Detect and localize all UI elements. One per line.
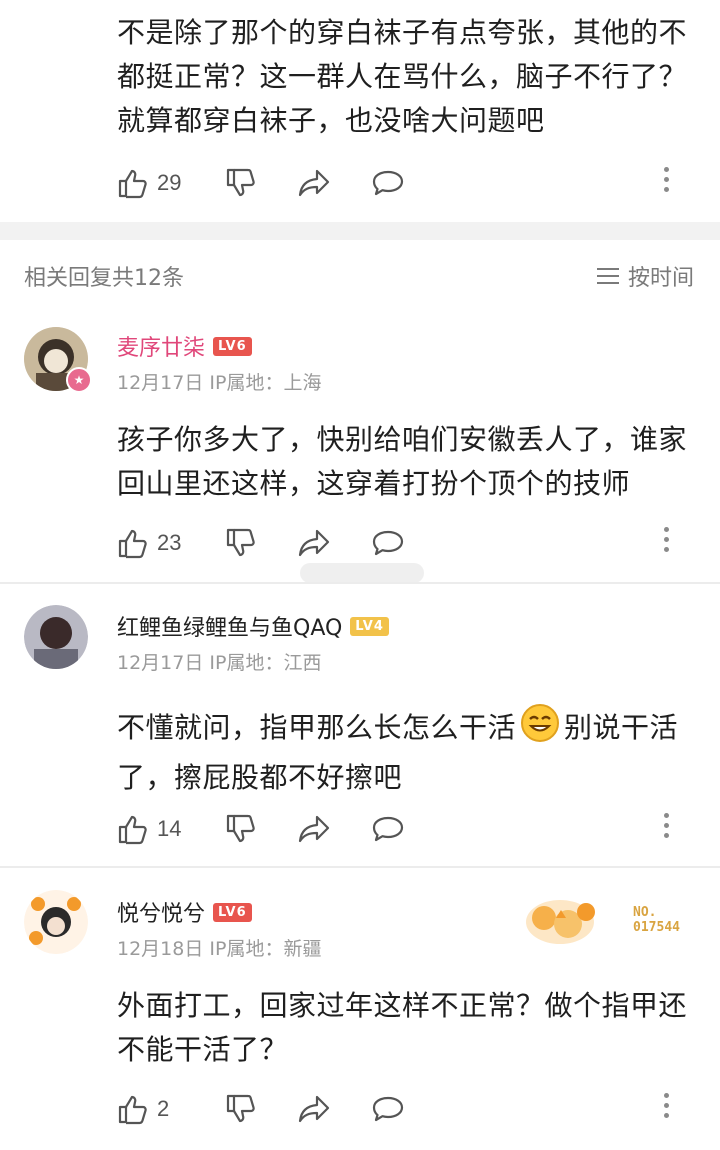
like-button[interactable]: 2 [117, 1093, 185, 1125]
reply-date: 12月18日 [117, 938, 204, 960]
reply-meta: 12月17日 IP属地：江西 [117, 648, 321, 675]
thumb-down-icon [226, 1094, 255, 1123]
top-comment-actions: 29 [117, 163, 707, 203]
reply-actions: 14 [117, 809, 707, 849]
comment-icon [372, 1096, 404, 1122]
reply-divider [0, 866, 720, 868]
reply-date: 12月17日 [117, 372, 204, 394]
level-badge: LV6 [213, 902, 252, 922]
more-icon[interactable] [664, 167, 669, 192]
thumb-down-icon [226, 528, 255, 557]
reply-divider [0, 582, 720, 584]
like-button[interactable]: 14 [117, 813, 185, 845]
replies-header: 相关回复共12条 按时间 [0, 240, 720, 310]
vip-badge-icon: ★ [66, 367, 92, 393]
fan-badge-icon [520, 888, 604, 952]
like-count: 29 [157, 170, 182, 195]
thumb-down-icon [226, 168, 255, 197]
fan-badge-number: NO. 017544 [633, 905, 680, 935]
comment-icon [372, 530, 404, 556]
sort-toggle[interactable]: 按时间 [596, 260, 694, 292]
share-button[interactable] [297, 168, 331, 198]
username[interactable]: 悦兮悦兮 [117, 896, 205, 928]
top-comment: 不是除了那个的穿白袜子有点夸张，其他的不都挺正常？这一群人在骂什么，脑子不行了？… [0, 0, 720, 222]
more-icon[interactable] [664, 813, 669, 838]
share-button[interactable] [297, 1094, 331, 1124]
like-button[interactable]: 23 [117, 527, 185, 559]
dislike-button[interactable] [225, 167, 257, 199]
username[interactable]: 麦序廿柒 [117, 330, 205, 362]
sort-label: 按时间 [627, 266, 694, 291]
share-icon [298, 1095, 330, 1123]
sort-icon [596, 268, 619, 284]
avatar[interactable] [24, 605, 88, 669]
comment-icon [372, 816, 404, 842]
username[interactable]: 红鲤鱼绿鲤鱼与鱼QAQ [117, 610, 342, 642]
level-badge: LV4 [350, 616, 389, 636]
reply-text: 不懂就问，指甲那么长怎么干活 别说干活了，擦屁股都不好擦吧 [117, 703, 697, 800]
thumb-up-icon [118, 169, 147, 199]
share-icon [298, 169, 330, 197]
thumb-up-icon [118, 1095, 147, 1125]
dislike-button[interactable] [225, 1093, 257, 1125]
like-count: 2 [157, 1096, 170, 1121]
like-count: 23 [157, 530, 182, 555]
thumb-down-icon [226, 814, 255, 843]
more-icon[interactable] [664, 527, 669, 552]
reply-text: 孩子你多大了，快别给咱们安徽丢人了，谁家回山里还这样，这穿着打扮个顶个的技师 [117, 423, 688, 500]
share-icon [298, 815, 330, 843]
reply-text-part: 不懂就问，指甲那么长怎么干活 [117, 711, 517, 744]
more-icon[interactable] [664, 1093, 669, 1118]
thumb-up-icon [118, 529, 147, 559]
reply-button[interactable] [371, 528, 405, 558]
reply-ip: IP属地：新疆 [209, 938, 322, 960]
share-button[interactable] [297, 528, 331, 558]
reply-date: 12月17日 [117, 652, 204, 674]
reply-ip: IP属地：上海 [209, 372, 322, 394]
smile-emoji [520, 703, 560, 756]
top-comment-text: 不是除了那个的穿白袜子有点夸张，其他的不都挺正常？这一群人在骂什么，脑子不行了？… [117, 16, 688, 137]
reply-meta: 12月18日 IP属地：新疆 [117, 934, 321, 961]
watermark-blur [300, 563, 424, 583]
comment-icon [372, 170, 404, 196]
dislike-button[interactable] [225, 813, 257, 845]
username-row: 麦序廿柒 LV6 [117, 330, 252, 362]
username-row: 红鲤鱼绿鲤鱼与鱼QAQ LV4 [117, 610, 389, 642]
reply-actions: 2 [117, 1089, 707, 1129]
reply-text: 外面打工，回家过年这样不正常？做个指甲还不能干活了？ [117, 989, 688, 1066]
reply-actions: 23 [117, 523, 707, 563]
avatar[interactable] [24, 890, 88, 954]
section-separator [0, 222, 720, 240]
like-button[interactable]: 29 [117, 167, 185, 199]
reply-button[interactable] [371, 168, 405, 198]
reply-meta: 12月17日 IP属地：上海 [117, 368, 321, 395]
like-count: 14 [157, 816, 182, 841]
share-icon [298, 529, 330, 557]
replies-count-title: 相关回复共12条 [24, 266, 184, 291]
dislike-button[interactable] [225, 527, 257, 559]
level-badge: LV6 [213, 336, 252, 356]
reply-button[interactable] [371, 814, 405, 844]
username-row: 悦兮悦兮 LV6 [117, 896, 252, 928]
share-button[interactable] [297, 814, 331, 844]
reply-ip: IP属地：江西 [209, 652, 322, 674]
reply-button[interactable] [371, 1094, 405, 1124]
thumb-up-icon [118, 815, 147, 845]
